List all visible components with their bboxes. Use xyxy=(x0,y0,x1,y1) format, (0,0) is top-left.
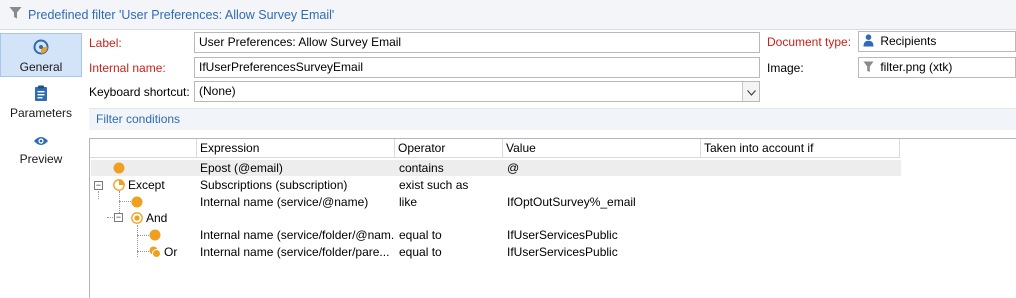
value-cell[interactable]: @ xyxy=(507,161,701,176)
filter-icon xyxy=(863,61,874,77)
image-value: filter.png (xtk) xyxy=(880,60,953,74)
tree-connector xyxy=(119,201,131,202)
table-row[interactable]: Internal name (service/folder/pare... xyxy=(200,245,394,260)
tree-connector xyxy=(137,251,149,252)
label-field-label: Label: xyxy=(89,36,122,50)
or-node-icon xyxy=(149,246,161,261)
window-title: Predefined filter 'User Preferences: All… xyxy=(28,7,335,22)
filter-conditions-title[interactable]: Filter conditions xyxy=(96,112,180,126)
table-row[interactable]: Internal name (service/folder/@nam... xyxy=(200,228,394,243)
condition-node-icon xyxy=(131,196,143,211)
keyboard-shortcut-select[interactable]: (None) xyxy=(194,81,760,102)
image-label: Image: xyxy=(767,61,804,75)
operator-cell[interactable]: exist such as xyxy=(399,178,503,193)
document-type-value: Recipients xyxy=(880,34,937,48)
sidebar-item-label: General xyxy=(19,60,63,74)
except-node-icon xyxy=(113,179,125,194)
sidebar: General Parameters Preview xyxy=(0,30,82,298)
window-titlebar: Predefined filter 'User Preferences: All… xyxy=(0,0,1016,30)
tree-column-header xyxy=(90,139,197,158)
operator-cell[interactable]: equal to xyxy=(399,245,503,260)
column-header-expression[interactable]: Expression xyxy=(197,139,395,158)
value-cell[interactable]: IfUserServicesPublic xyxy=(507,245,701,260)
person-icon xyxy=(863,34,874,51)
tree-node-label[interactable]: And xyxy=(146,211,192,226)
clipboard-icon xyxy=(0,85,82,104)
table-row[interactable]: Subscriptions (subscription) xyxy=(200,178,394,193)
operator-cell[interactable]: contains xyxy=(399,161,503,176)
document-type-field[interactable]: Recipients xyxy=(858,31,1016,52)
value-cell[interactable]: IfUserServicesPublic xyxy=(507,228,701,243)
value-cell[interactable]: IfOptOutSurvey%_email xyxy=(507,195,701,210)
condition-node-icon xyxy=(149,229,161,244)
column-header-operator[interactable]: Operator xyxy=(395,139,503,158)
keyboard-shortcut-value: (None) xyxy=(199,84,236,98)
general-icon xyxy=(1,39,81,58)
collapse-toggle-icon[interactable]: − xyxy=(114,213,123,222)
tree-node-label[interactable]: Except xyxy=(128,178,188,193)
sidebar-item-label: Preview xyxy=(19,152,63,166)
keyboard-shortcut-dropdown-button[interactable] xyxy=(742,82,759,101)
chevron-down-icon xyxy=(746,85,756,99)
sidebar-item-parameters[interactable]: Parameters xyxy=(0,85,82,125)
eye-icon xyxy=(0,135,82,150)
sidebar-item-preview[interactable]: Preview xyxy=(0,135,82,171)
column-header-taken-into-account-if[interactable]: Taken into account if xyxy=(701,139,900,158)
tree-connector xyxy=(98,191,99,199)
collapse-toggle-icon[interactable]: − xyxy=(94,181,103,190)
internal-name-label: Internal name: xyxy=(89,61,166,75)
operator-cell[interactable]: like xyxy=(399,195,503,210)
filter-conditions-grid[interactable]: Expression Operator Value Taken into acc… xyxy=(89,138,1016,298)
sidebar-item-label: Parameters xyxy=(9,106,73,120)
document-type-label: Document type: xyxy=(767,35,852,49)
table-row[interactable]: Internal name (service/@name) xyxy=(200,195,394,210)
filter-icon xyxy=(9,6,22,23)
keyboard-shortcut-label: Keyboard shortcut: xyxy=(89,85,190,99)
filter-conditions-header: Filter conditions xyxy=(89,108,1016,130)
tree-connector xyxy=(137,225,138,257)
operator-cell[interactable]: equal to xyxy=(399,228,503,243)
label-input[interactable]: User Preferences: Allow Survey Email xyxy=(194,32,760,53)
tree-connector xyxy=(137,235,149,236)
table-row[interactable]: Epost (@email) xyxy=(200,161,394,176)
and-node-icon xyxy=(131,212,143,227)
image-field[interactable]: filter.png (xtk) xyxy=(858,57,1016,78)
sidebar-item-general[interactable]: General xyxy=(0,33,82,77)
condition-node-icon xyxy=(113,162,125,177)
internal-name-input[interactable]: IfUserPreferencesSurveyEmail xyxy=(194,57,760,78)
tree-node-label[interactable]: Or xyxy=(164,245,192,260)
column-header-value[interactable]: Value xyxy=(503,139,701,158)
